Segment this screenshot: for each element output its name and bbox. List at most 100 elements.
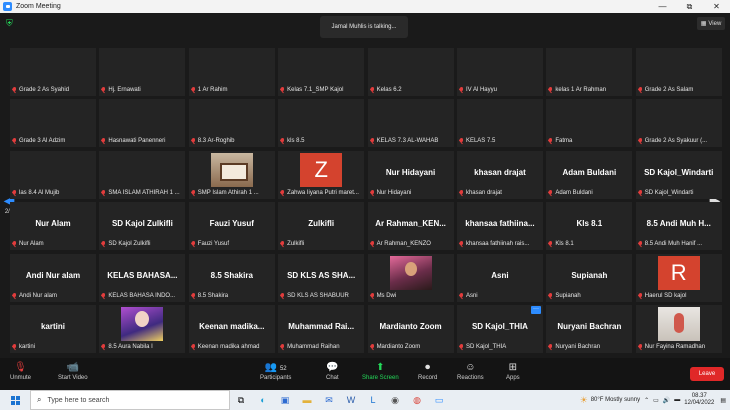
- clock[interactable]: 08.37 12/04/2022: [684, 393, 714, 407]
- volume-icon[interactable]: 🔊: [663, 397, 670, 404]
- participant-tile[interactable]: SD Kajol Zulkifli SD Kajol Zulkifli: [99, 202, 186, 251]
- camera-icon[interactable]: ◉: [384, 390, 406, 410]
- participant-tile[interactable]: Mardianto Zoom Mardianto Zoom: [367, 304, 454, 353]
- battery-icon[interactable]: ▬: [674, 397, 680, 403]
- l-app-icon[interactable]: L: [362, 390, 384, 410]
- view-button[interactable]: ▦ View: [697, 17, 725, 30]
- chrome-icon[interactable]: ◍: [406, 390, 428, 410]
- participant-tile[interactable]: KELAS BAHASA... KELAS BAHASA INDO...: [99, 253, 186, 302]
- participant-display-name: Mardianto Zoom: [379, 321, 442, 331]
- word-icon[interactable]: W: [340, 390, 362, 410]
- participant-tile[interactable]: Supianah Supianah: [546, 253, 633, 302]
- participant-tile[interactable]: Kls 8.1 Kls 8.1: [546, 202, 633, 251]
- participant-tile[interactable]: Grade 3 Al Adzim: [10, 99, 96, 148]
- participants-button[interactable]: 👥 52 Participants: [260, 361, 291, 387]
- edge-icon[interactable]: ◐: [252, 390, 274, 410]
- participant-tile[interactable]: kartini kartini: [10, 304, 96, 353]
- minimize-button[interactable]: —: [649, 0, 676, 13]
- participant-tile[interactable]: Z Zahwa Iiyana Putri maret...: [278, 150, 365, 199]
- participant-tile[interactable]: KELAS 7.3 AL-WAHAB: [367, 99, 454, 148]
- participant-tile[interactable]: SD KLS AS SHA... SD KLS AS SHABUUR: [278, 253, 365, 302]
- participant-tile[interactable]: kls 8.5: [278, 99, 365, 148]
- zoom-taskbar-icon[interactable]: ▭: [428, 390, 450, 410]
- unmute-label: Unmute: [10, 375, 32, 381]
- participant-tile[interactable]: Asni Asni: [456, 253, 543, 302]
- participant-tile[interactable]: Kelas 6.2: [367, 48, 454, 96]
- maximize-button[interactable]: ⧉: [676, 0, 703, 13]
- more-options-icon[interactable]: ···: [530, 305, 541, 314]
- mail-icon[interactable]: ✉: [318, 390, 340, 410]
- start-video-button[interactable]: 📹 Start Video: [58, 361, 88, 387]
- participant-tile[interactable]: 8.3 Ar-Roghib: [188, 99, 275, 148]
- participant-tile[interactable]: Grade 2 As Salam: [635, 48, 722, 96]
- participant-tile[interactable]: SD Kajol_Windarti SD Kajol_Windarti: [635, 150, 722, 199]
- notifications-icon[interactable]: ▤: [720, 397, 726, 404]
- weather-text[interactable]: 80°F Mostly sunny: [591, 397, 640, 403]
- file-explorer-icon[interactable]: ▬: [296, 390, 318, 410]
- taskbar-search[interactable]: ⌕ Type here to search: [30, 390, 230, 410]
- participant-tile[interactable]: SD Kajol_THIA ··· SD Kajol_THIA: [456, 304, 543, 353]
- participant-tile[interactable]: Nuryani Bachran Nuryani Bachran: [546, 304, 633, 353]
- participant-tile[interactable]: 8.5 Aura Nabila I: [99, 304, 186, 353]
- participant-photo: [121, 306, 164, 341]
- participant-name-label: KELAS 7.3 AL-WAHAB: [370, 137, 452, 145]
- participant-tile[interactable]: Muhammad Rai... Muhammad Raihan: [278, 304, 365, 353]
- participant-display-name: Andi Nur alam: [25, 270, 81, 280]
- chat-icon: 💬: [326, 362, 339, 373]
- record-button[interactable]: ⏺ Record: [418, 361, 437, 387]
- share-screen-button[interactable]: ⬆ Share Screen: [362, 361, 399, 387]
- start-button[interactable]: [0, 390, 30, 410]
- participant-tile[interactable]: SMA ISLAM ATHIRAH 1 ...: [99, 150, 186, 199]
- unmute-button[interactable]: 🎙 Unmute: [10, 361, 31, 387]
- participant-tile[interactable]: IV Al Hayyu: [456, 48, 543, 96]
- participant-tile[interactable]: Nur Fayina Ramadhan: [635, 304, 722, 353]
- participant-tile[interactable]: khasan drajat khasan drajat: [456, 150, 543, 199]
- participant-tile[interactable]: Andi Nur alam Andi Nur alam: [10, 253, 96, 302]
- search-icon: ⌕: [37, 395, 42, 404]
- participant-tile[interactable]: Fauzi Yusuf Fauzi Yusuf: [188, 202, 275, 251]
- participant-tile[interactable]: Nur Alam Nur Alam: [10, 202, 96, 251]
- mic-muted-icon: [638, 241, 643, 247]
- participant-tile[interactable]: Ar Rahman_KEN... Ar Rahman_KENZO: [367, 202, 454, 251]
- participant-tile[interactable]: Ms Dwi: [367, 253, 454, 302]
- mic-muted-icon: [638, 87, 643, 93]
- participant-name: Zulkifli: [287, 241, 305, 248]
- chevron-up-icon[interactable]: ⌃: [644, 397, 649, 404]
- participant-name-label: 8.3 Ar-Roghib: [191, 137, 273, 145]
- participant-tile[interactable]: las 8.4 Al Mujib: [10, 150, 96, 199]
- task-view-icon[interactable]: ⧉: [230, 390, 252, 410]
- shield-icon[interactable]: ⛨: [6, 18, 15, 28]
- apps-button[interactable]: ⊞ Apps: [506, 361, 520, 387]
- participant-tile[interactable]: 8.5 Shakira 8.5 Shakira: [188, 253, 275, 302]
- participant-tile[interactable]: Nur Hidayani Nur Hidayani: [367, 150, 454, 199]
- participant-tile[interactable]: SMP Islam Athirah 1 ...: [188, 150, 275, 199]
- participant-tile[interactable]: Kelas 7.1_SMP Kajol: [278, 48, 365, 96]
- participant-name: SD Kajol Zulkifli: [108, 241, 151, 248]
- mic-muted-icon: [101, 138, 106, 144]
- participant-tile[interactable]: KELAS 7.5: [456, 99, 543, 148]
- participant-tile[interactable]: Fatma: [546, 99, 633, 148]
- participant-name-label: Grade 2 As Salam: [638, 86, 720, 94]
- reactions-button[interactable]: ☺ Reactions: [457, 361, 484, 387]
- leave-button[interactable]: Leave: [690, 367, 724, 381]
- participant-tile[interactable]: Adam Buldani Adam Buldani: [546, 150, 633, 199]
- participant-tile[interactable]: 8.5 Andi Muh H... 8.5 Andi Muh Hanif ...: [635, 202, 722, 251]
- participant-tile[interactable]: Grade 2 As Syahid: [10, 48, 96, 96]
- participant-tile[interactable]: Grade 2 As Syakuur (...: [635, 99, 722, 148]
- participant-tile[interactable]: Hj. Ernawati: [99, 48, 186, 96]
- participant-tile[interactable]: Hasnawati Panenneri: [99, 99, 186, 148]
- store-icon[interactable]: ▣: [274, 390, 296, 410]
- participant-tile[interactable]: Keenan madika... Keenan madika ahmad: [188, 304, 275, 353]
- chat-button[interactable]: 💬 Chat: [326, 361, 339, 387]
- network-icon[interactable]: ▭: [653, 397, 659, 404]
- participant-name-label: las 8.4 Al Mujib: [12, 189, 94, 197]
- participant-tile[interactable]: khansaa fathiina... khansaa fathiinah rai…: [456, 202, 543, 251]
- close-button[interactable]: ✕: [703, 0, 730, 13]
- participant-tile[interactable]: Zulkifli Zulkifli: [278, 202, 365, 251]
- windows-taskbar: ⌕ Type here to search ⧉ ◐ ▣ ▬ ✉ W L ◉ ◍ …: [0, 390, 730, 410]
- participant-tile[interactable]: 1 Ar Rahim: [188, 48, 275, 96]
- participant-tile[interactable]: kelas 1 Ar Rahman: [546, 48, 633, 96]
- avatar-letter: Z: [300, 152, 343, 187]
- grid-icon: ▦: [700, 21, 707, 27]
- participant-tile[interactable]: R Haerul SD kajol: [635, 253, 722, 302]
